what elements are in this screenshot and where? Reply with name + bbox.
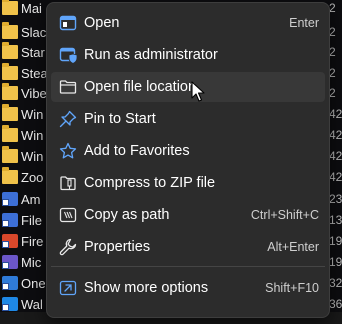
wrench-icon <box>59 238 77 256</box>
menu-item-compress-zip[interactable]: Compress to ZIP file <box>51 168 325 198</box>
menu-item-show-more-options[interactable]: Show more options Shift+F10 <box>51 273 325 303</box>
open-window-icon <box>59 15 77 31</box>
mouse-cursor-icon <box>191 81 205 102</box>
menu-item-label: Show more options <box>84 280 209 296</box>
folder-icon <box>2 146 18 163</box>
menu-item-open-file-location[interactable]: Open file location <box>51 72 325 102</box>
menu-item-label: Run as administrator <box>84 47 218 63</box>
menu-item-label: Open <box>84 15 120 31</box>
date-fragment: 42 <box>329 170 342 184</box>
zip-icon <box>60 176 76 191</box>
shortcut-text: Alt+Enter <box>267 240 319 254</box>
onedrive-icon <box>2 276 18 290</box>
menu-item-label: Compress to ZIP file <box>84 175 216 191</box>
menu-item-open[interactable]: Open Enter <box>51 8 325 38</box>
shortcut-icon <box>2 192 18 206</box>
date-fragment: 2 <box>329 1 336 15</box>
shield-admin-icon <box>59 47 77 64</box>
folder-icon <box>2 104 18 121</box>
menu-item-label: Pin to Start <box>84 111 156 127</box>
folder-icon <box>2 63 18 80</box>
copy-path-icon <box>59 207 77 223</box>
menu-item-label: Copy as path <box>84 207 170 223</box>
context-menu: Open Enter Run as administrator Open fil… <box>46 2 330 318</box>
folder-icon <box>2 83 18 100</box>
folder-icon <box>59 80 77 94</box>
shortcut-text: Shift+F10 <box>265 281 319 295</box>
menu-item-properties[interactable]: Properties Alt+Enter <box>51 232 325 262</box>
folder-icon <box>2 22 18 39</box>
folder-icon <box>2 0 18 15</box>
folder-icon <box>2 167 18 184</box>
app-shortcut-icon <box>2 255 18 269</box>
menu-item-label: Add to Favorites <box>84 143 190 159</box>
more-options-icon <box>59 280 77 296</box>
firefox-icon <box>2 234 18 248</box>
menu-item-pin-to-start[interactable]: Pin to Start <box>51 104 325 134</box>
menu-item-run-as-admin[interactable]: Run as administrator <box>51 40 325 70</box>
menu-item-label: Open file location <box>84 79 197 95</box>
menu-separator <box>51 266 325 267</box>
shortcut-icon <box>2 213 18 227</box>
star-icon <box>59 142 77 159</box>
pin-icon <box>59 110 77 128</box>
menu-item-copy-as-path[interactable]: Copy as path Ctrl+Shift+C <box>51 200 325 230</box>
menu-item-add-to-favorites[interactable]: Add to Favorites <box>51 136 325 166</box>
menu-item-label: Properties <box>84 239 151 255</box>
shortcut-text: Ctrl+Shift+C <box>250 208 319 222</box>
folder-icon <box>2 42 18 59</box>
app-shortcut-icon <box>2 297 18 311</box>
shortcut-text: Enter <box>289 16 319 30</box>
folder-icon <box>2 125 18 142</box>
